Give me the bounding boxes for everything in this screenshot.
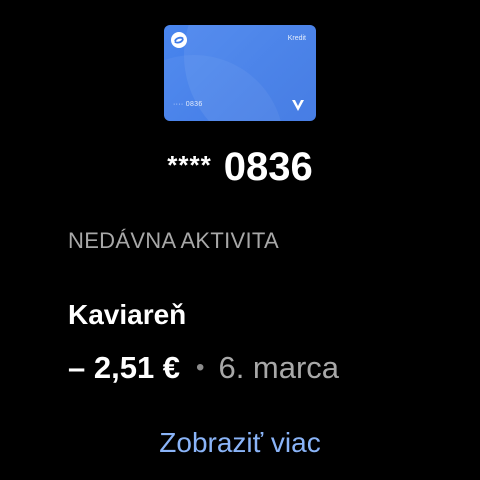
show-more-button[interactable]: Zobraziť viac [0,425,480,461]
transaction-amount: – 2,51 € [68,350,181,385]
masked-digits: **** [167,150,212,180]
card-number-short: ···· 0836 [173,101,203,108]
transaction-date: 6. marca [218,350,340,385]
recent-activity-title: NEDÁVNA AKTIVITA [68,228,280,253]
s-logo-icon [171,32,187,48]
wallet-card-screen: Kredit ···· 0836 **** 0836 NEDÁVNA AKTIVI… [0,0,480,480]
last-four-digits: 0836 [223,145,313,189]
card-masked-number: **** 0836 [0,141,480,191]
transaction-details[interactable]: – 2,51 € • 6. marca [68,349,339,387]
card-type-label: Kredit [287,35,306,42]
transaction-merchant[interactable]: Kaviareň [68,298,186,332]
separator-dot: • [196,354,205,381]
payment-card[interactable]: Kredit ···· 0836 [164,25,316,121]
v-brand-icon [292,100,304,111]
